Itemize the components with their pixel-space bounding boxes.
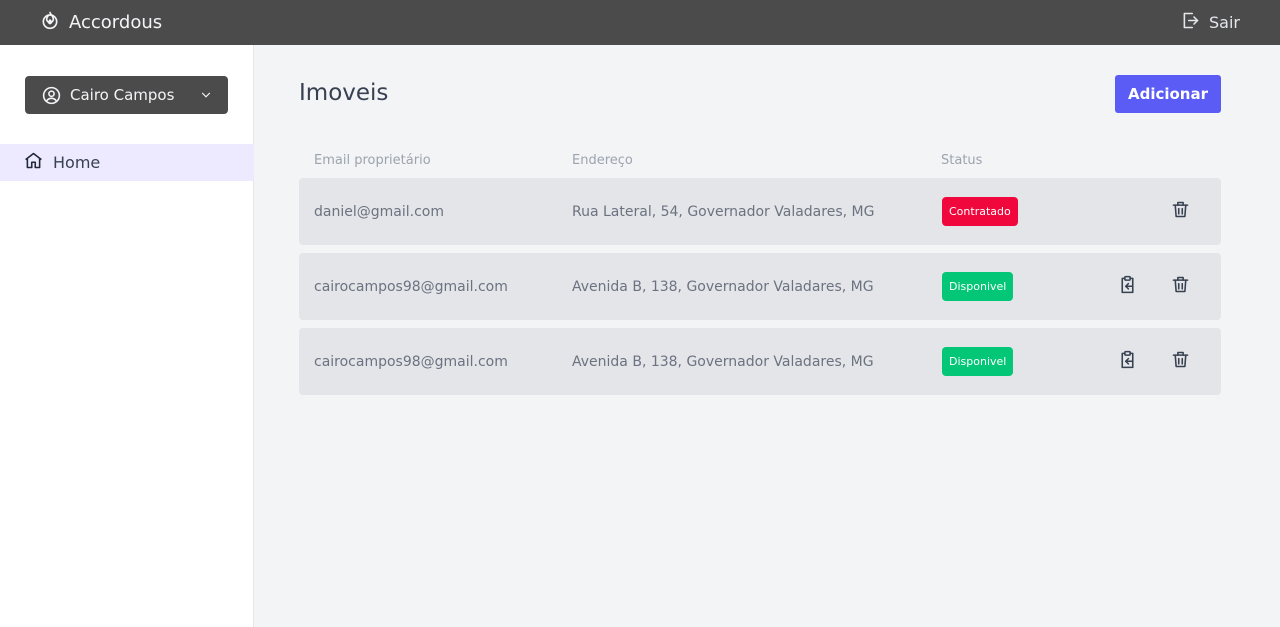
trash-icon [1170,199,1191,224]
user-circle-icon [41,85,62,106]
sidebar-item-label: Home [53,153,101,172]
trash-icon [1170,274,1191,299]
property-address: Avenida B, 138, Governador Valadares, MG [572,353,874,370]
delete-button[interactable] [1168,349,1192,373]
property-address: Rua Lateral, 54, Governador Valadares, M… [572,203,875,220]
table-row: cairocampos98@gmail.com Avenida B, 138, … [299,253,1221,320]
logout-label: Sair [1209,13,1240,32]
table-row: daniel@gmail.com Rua Lateral, 54, Govern… [299,178,1221,245]
brand-name: Accordous [69,12,163,33]
table-header: Email proprietário Endereço Status [299,153,1221,171]
status-badge: Disponivel [942,347,1014,376]
owner-email: cairocampos98@gmail.com [314,278,508,295]
top-bar: Accordous Sair [0,0,1280,45]
owner-email: cairocampos98@gmail.com [314,353,508,370]
brand[interactable]: Accordous [40,10,162,35]
delete-button[interactable] [1168,199,1192,223]
column-header-status: Status [941,153,983,168]
logo-icon [40,10,60,35]
page-title: Imoveis [299,80,389,106]
status-badge: Contratado [942,197,1018,226]
property-address: Avenida B, 138, Governador Valadares, MG [572,278,874,295]
clipboard-import-icon [1117,349,1138,374]
contract-button[interactable] [1115,349,1139,373]
add-button[interactable]: Adicionar [1115,75,1221,113]
clipboard-import-icon [1117,274,1138,299]
column-header-address: Endereço [572,153,633,168]
delete-button[interactable] [1168,274,1192,298]
status-badge: Disponivel [942,272,1014,301]
chevron-down-icon [199,88,213,102]
user-menu-button[interactable]: Cairo Campos [25,76,228,114]
home-icon [23,150,44,175]
owner-email: daniel@gmail.com [314,203,444,220]
table-row: cairocampos98@gmail.com Avenida B, 138, … [299,328,1221,395]
user-name: Cairo Campos [70,86,175,104]
sidebar: Cairo Campos Home [0,45,254,627]
status-cell: Disponivel [942,328,1014,395]
logout-icon [1180,10,1201,35]
sidebar-item-home[interactable]: Home [0,144,254,181]
table-body: daniel@gmail.com Rua Lateral, 54, Govern… [299,178,1221,403]
contract-button[interactable] [1115,274,1139,298]
column-header-email: Email proprietário [314,153,431,168]
status-cell: Disponivel [942,253,1014,320]
status-cell: Contratado [942,178,1018,245]
trash-icon [1170,349,1191,374]
logout-button[interactable]: Sair [1180,10,1240,35]
